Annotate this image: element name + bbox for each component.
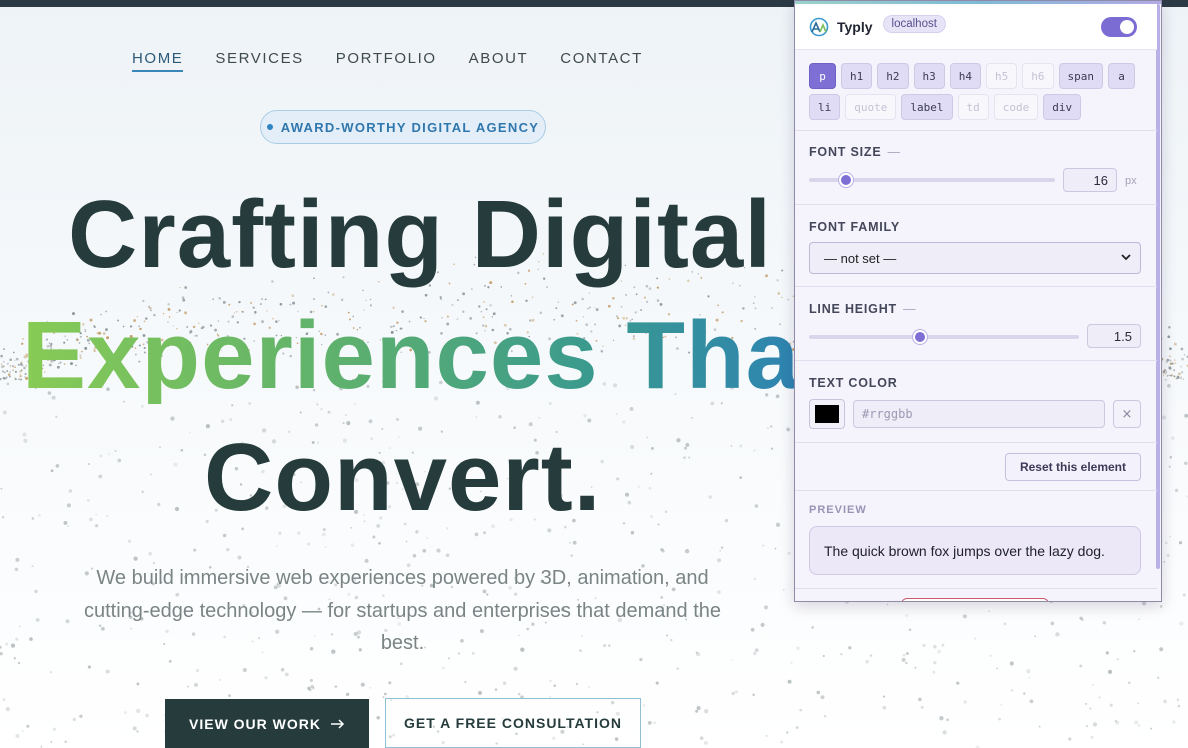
badge-text: AWARD-WORTHY DIGITAL AGENCY <box>280 119 540 135</box>
reset-element-button[interactable]: Reset this element <box>1005 453 1141 481</box>
agency-badge: AWARD-WORTHY DIGITAL AGENCY <box>260 110 546 144</box>
hero-heading-line-3: Convert. <box>204 424 602 531</box>
panel-bottom-button-edge[interactable] <box>901 598 1049 601</box>
font-size-input[interactable]: 16 <box>1063 168 1117 192</box>
tag-h1[interactable]: h1 <box>841 63 873 89</box>
font-size-section: FONT SIZE — 16 px <box>795 130 1157 204</box>
tag-quote[interactable]: quote <box>845 94 897 120</box>
typly-logo-icon <box>809 17 829 36</box>
main-nav: HOME SERVICES PORTFOLIO ABOUT CONTACT <box>132 50 643 72</box>
tag-a[interactable]: a <box>1108 63 1135 89</box>
toggle-knob <box>1120 20 1134 34</box>
font-family-section: FONT FAMILY — not set — <box>795 204 1157 286</box>
font-family-select[interactable]: — not set — <box>809 242 1141 274</box>
hero-heading-line-1: Crafting Digital <box>68 181 772 288</box>
preview-section: PREVIEW The quick brown fox jumps over t… <box>795 490 1157 588</box>
nav-services[interactable]: SERVICES <box>215 50 303 72</box>
nav-portfolio[interactable]: PORTFOLIO <box>336 50 437 72</box>
font-family-selected: — not set — <box>824 250 897 266</box>
clear-color-button[interactable]: × <box>1113 400 1141 428</box>
free-consultation-label: GET A FREE CONSULTATION <box>404 715 622 731</box>
view-our-work-button[interactable]: VIEW OUR WORK <box>165 699 369 748</box>
font-size-unit: px <box>1125 175 1137 187</box>
hero-subtext: We build immersive web experiences power… <box>83 567 722 654</box>
tag-div[interactable]: div <box>1043 94 1082 120</box>
chevron-down-icon <box>1121 254 1131 261</box>
font-family-title: FONT FAMILY <box>809 220 900 234</box>
text-color-section: TEXT COLOR #rrggbb × <box>795 360 1157 442</box>
tag-h2[interactable]: h2 <box>877 63 909 89</box>
tag-label[interactable]: label <box>901 94 953 120</box>
color-swatch[interactable] <box>809 399 845 429</box>
view-our-work-label: VIEW OUR WORK <box>189 715 321 732</box>
tag-code[interactable]: code <box>993 94 1039 120</box>
line-height-section: LINE HEIGHT — 1.5 <box>795 286 1157 360</box>
hex-color-input[interactable]: #rrggbb <box>853 400 1105 428</box>
tag-li[interactable]: li <box>809 94 841 120</box>
tag-h5[interactable]: h5 <box>986 63 1018 89</box>
preview-title: PREVIEW <box>809 504 867 516</box>
panel-brand: Typly <box>837 18 873 35</box>
host-badge: localhost <box>882 14 946 33</box>
tag-td[interactable]: td <box>957 94 989 120</box>
preview-box: The quick brown fox jumps over the lazy … <box>809 526 1141 575</box>
nav-home[interactable]: HOME <box>132 50 184 72</box>
tag-span[interactable]: span <box>1058 63 1103 89</box>
enable-toggle[interactable] <box>1101 17 1137 37</box>
tag-h4[interactable]: h4 <box>949 63 981 89</box>
typly-extension-panel: Typly localhost p h1 h2 h3 h4 h5 h6 span a li quot… <box>794 0 1162 602</box>
arrow-right-icon <box>331 718 345 729</box>
panel-header: Typly localhost <box>795 4 1157 50</box>
font-size-slider-thumb[interactable] <box>838 173 853 187</box>
nav-contact[interactable]: CONTACT <box>560 50 643 72</box>
font-size-title: FONT SIZE — <box>809 145 901 159</box>
tag-h6[interactable]: h6 <box>1022 63 1054 89</box>
line-height-slider-thumb[interactable] <box>912 330 927 344</box>
reset-section: Reset this element <box>795 442 1157 490</box>
element-tag-selector: p h1 h2 h3 h4 h5 h6 span a li quote label td code div <box>809 63 1149 120</box>
line-height-input[interactable]: 1.5 <box>1087 324 1141 348</box>
line-height-title: LINE HEIGHT — <box>809 302 917 316</box>
line-height-slider[interactable] <box>809 335 1079 339</box>
color-swatch-fill <box>815 405 839 423</box>
nav-about[interactable]: ABOUT <box>469 50 529 72</box>
hero-heading-line-2: Experiences That <box>22 302 833 409</box>
free-consultation-button[interactable]: GET A FREE CONSULTATION <box>385 698 641 748</box>
text-color-title: TEXT COLOR <box>809 376 898 390</box>
tag-p[interactable]: p <box>809 63 836 89</box>
tag-h3[interactable]: h3 <box>913 63 945 89</box>
badge-dot-icon <box>266 124 273 130</box>
